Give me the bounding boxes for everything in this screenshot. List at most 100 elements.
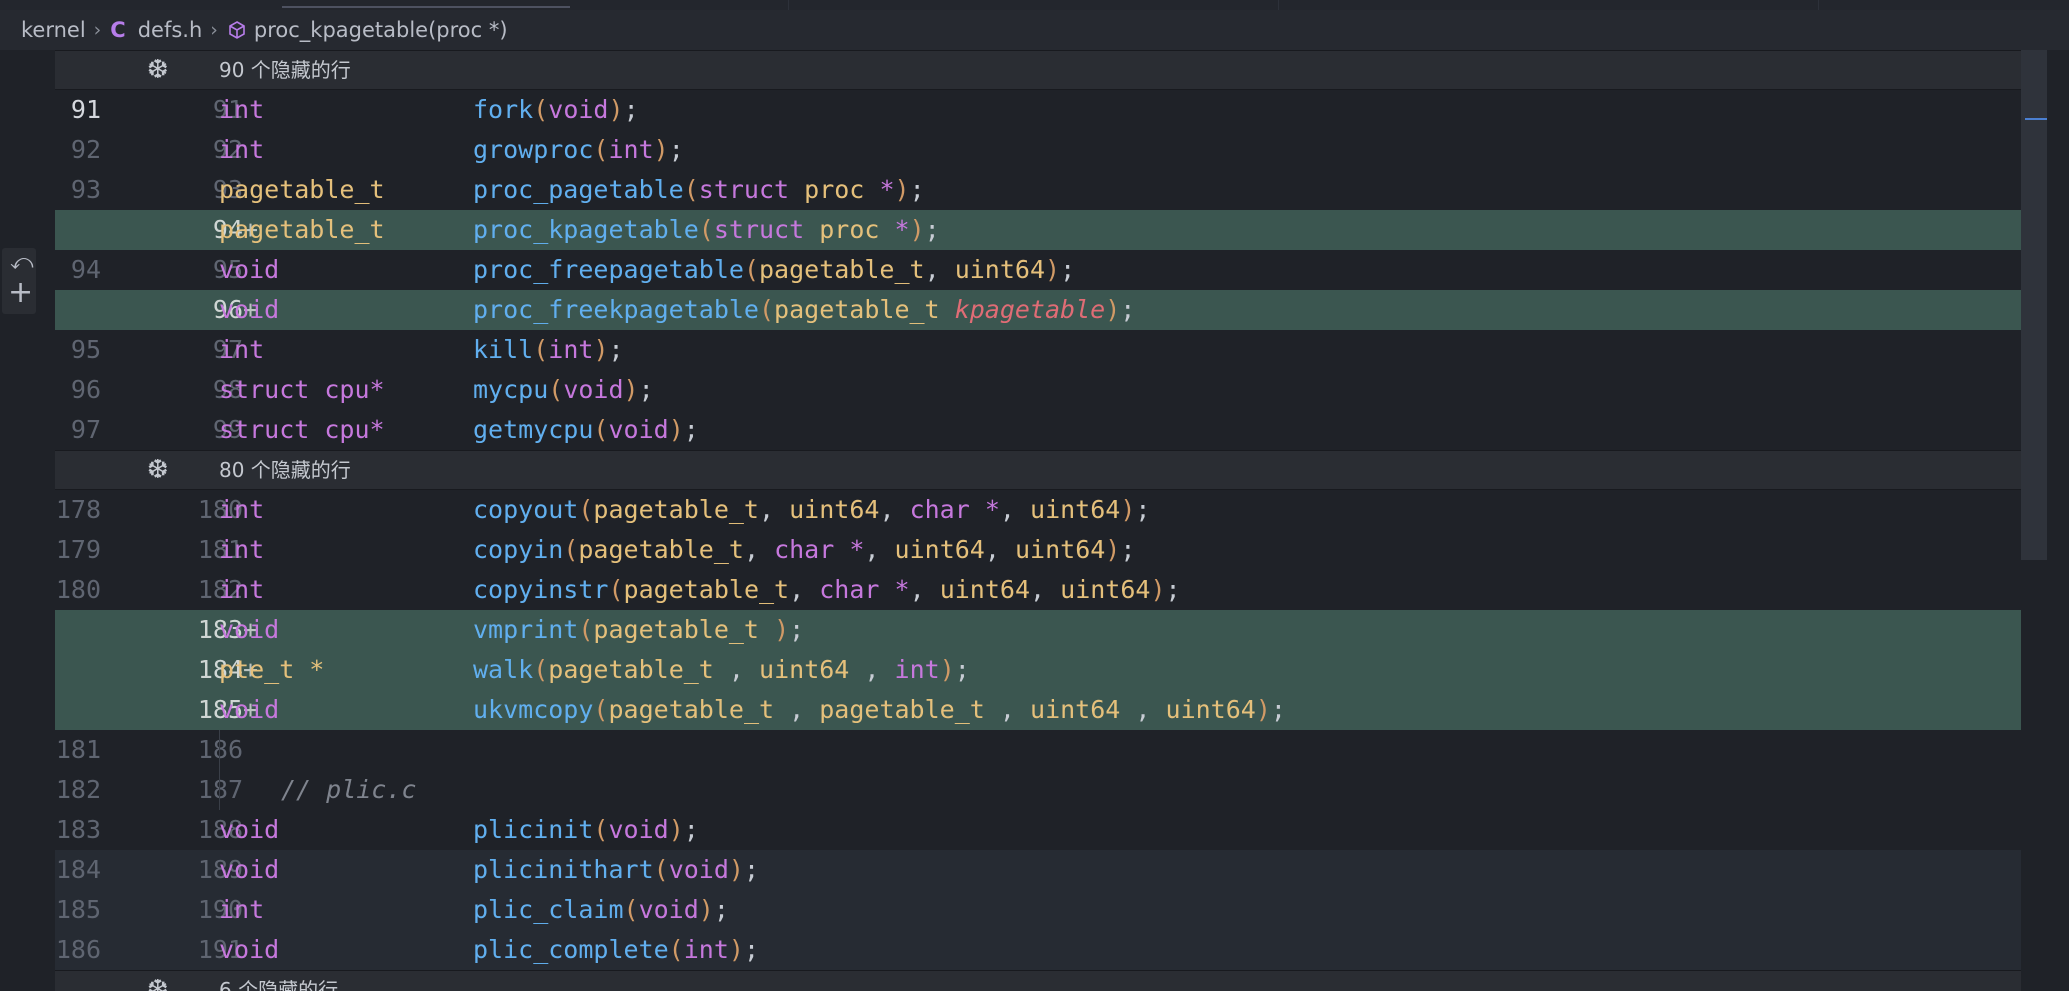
code-declaration: plicinit(void);: [473, 815, 699, 844]
type-token: void: [219, 815, 280, 844]
old-line-number: 94: [70, 255, 101, 284]
code-declaration: proc_freekpagetable(pagetable_t kpagetab…: [473, 295, 1136, 324]
code-line[interactable]: 96 98 struct cpu* mycpu(void);: [55, 370, 2047, 410]
code-line[interactable]: 91 91 int fork(void);: [55, 90, 2047, 130]
args-token: int: [548, 335, 594, 364]
tab-separator: [1818, 0, 1819, 10]
args-token: pagetable_t, char *, uint64, uint64: [623, 575, 1151, 604]
hidden-lines-fold[interactable]: ❆ 6 个隐藏的行: [55, 970, 2047, 991]
type-token: int: [219, 535, 265, 564]
old-line-number: [55, 290, 101, 330]
breadcrumb-folder[interactable]: kernel: [21, 18, 86, 42]
function-name: proc_freekpagetable: [473, 295, 759, 324]
add-icon[interactable]: +: [8, 278, 33, 308]
tab-separator: [1278, 0, 1279, 10]
type-token: void: [219, 615, 280, 644]
function-name: copyout: [473, 495, 579, 524]
code-return-type: void: [219, 930, 279, 970]
type-token: pte_t *: [219, 655, 325, 684]
code-line[interactable]: 95 97 int kill(int);: [55, 330, 2047, 370]
breadcrumb-file[interactable]: defs.h: [138, 18, 203, 42]
code-line[interactable]: 185 190 int plic_claim(void);: [55, 890, 2047, 930]
tab-separator: [788, 0, 789, 10]
args-token: int: [683, 935, 729, 964]
old-line-number: 97: [70, 415, 101, 444]
code-declaration: proc_kpagetable(struct proc *);: [473, 215, 940, 244]
hidden-lines-fold[interactable]: ❆ 90 个隐藏的行: [55, 50, 2047, 90]
function-name: proc_pagetable: [473, 175, 684, 204]
code-line[interactable]: 180 182 int copyinstr(pagetable_t, char …: [55, 570, 2047, 610]
code-return-type: int: [219, 490, 264, 530]
breadcrumb-symbol[interactable]: proc_kpagetable(proc *): [254, 18, 508, 42]
overview-ruler: [2047, 50, 2069, 991]
revert-icon[interactable]: ⤺: [10, 250, 34, 275]
code-line[interactable]: 181 186: [55, 730, 2047, 770]
added-code-line[interactable]: 185 + void ukvmcopy(pagetable_t , pageta…: [55, 690, 2047, 730]
old-line-number: 93: [70, 175, 101, 204]
function-name: plicinithart: [473, 855, 654, 884]
code-return-type: int: [219, 130, 264, 170]
old-line-number: 95: [70, 335, 101, 364]
code-line[interactable]: 183 188 void plicinit(void);: [55, 810, 2047, 850]
code-line[interactable]: 186 191 void plic_complete(int);: [55, 930, 2047, 970]
code-line[interactable]: 97 99 struct cpu* getmycpu(void);: [55, 410, 2047, 450]
code-return-type: void: [219, 610, 279, 650]
code-declaration: kill(int);: [473, 335, 624, 364]
old-line-number: 186: [55, 935, 101, 964]
new-line-number: 187: [197, 775, 243, 804]
code-line[interactable]: 182 187 // plic.c: [55, 770, 2047, 810]
diff-editor[interactable]: ⤺ + ❆ 90 个隐藏的行 91 91 int fork(void); 92 …: [0, 50, 2069, 991]
code-return-type: int: [219, 570, 264, 610]
args-token: void: [548, 95, 609, 124]
added-code-line[interactable]: 183 + void vmprint(pagetable_t );: [55, 610, 2047, 650]
type-token: struct cpu*: [219, 415, 385, 444]
vertical-scrollbar-thumb[interactable]: [2021, 50, 2047, 560]
fold-icon[interactable]: ❆: [147, 455, 169, 485]
added-code-line[interactable]: 94 + pagetable_t proc_kpagetable(struct …: [55, 210, 2047, 250]
code-line[interactable]: 178 180 int copyout(pagetable_t, uint64,…: [55, 490, 2047, 530]
function-name: copyinstr: [473, 575, 609, 604]
code-comment: // plic.c: [281, 770, 416, 810]
function-name: vmprint: [473, 615, 579, 644]
param-type: pagetable_t: [774, 295, 955, 324]
code-line[interactable]: 93 93 pagetable_t proc_pagetable(struct …: [55, 170, 2047, 210]
old-line-number: [55, 210, 101, 250]
function-name: kill: [473, 335, 534, 364]
args-token: int: [608, 135, 654, 164]
old-line-number: 181: [55, 735, 101, 764]
args-token: pagetable_t , pagetable_t , uint64 , uin…: [608, 695, 1256, 724]
code-declaration: proc_pagetable(struct proc *);: [473, 175, 925, 204]
code-line[interactable]: 184 189 void plicinithart(void);: [55, 850, 2047, 890]
type-token: int: [219, 575, 265, 604]
args-token: pagetable_t, uint64, char *, uint64: [593, 495, 1121, 524]
args-token: void: [608, 815, 669, 844]
args-token: void: [668, 855, 729, 884]
code-declaration: ukvmcopy(pagetable_t , pagetable_t , uin…: [473, 695, 1286, 724]
added-code-line[interactable]: 96 + void proc_freekpagetable(pagetable_…: [55, 290, 2047, 330]
args-token: void: [608, 415, 669, 444]
param-name: kpagetable: [954, 295, 1106, 324]
code-line[interactable]: 94 95 void proc_freepagetable(pagetable_…: [55, 250, 2047, 290]
args-token: pagetable_t, char *, uint64, uint64: [578, 535, 1106, 564]
old-line-number: 183: [55, 815, 101, 844]
code-line[interactable]: 92 92 int growproc(int);: [55, 130, 2047, 170]
hidden-lines-fold[interactable]: ❆ 80 个隐藏的行: [55, 450, 2047, 490]
gutter-change-actions[interactable]: ⤺ +: [2, 248, 36, 314]
type-token: int: [219, 495, 265, 524]
tab-strip: [0, 0, 2069, 10]
code-declaration: getmycpu(void);: [473, 415, 699, 444]
indent-guide: [219, 770, 220, 810]
code-return-type: void: [219, 290, 279, 330]
type-token: void: [219, 935, 280, 964]
type-token: pagetable_t: [219, 175, 385, 204]
code-declaration: plic_complete(int);: [473, 935, 760, 964]
code-declaration: growproc(int);: [473, 135, 684, 164]
type-token: void: [219, 855, 280, 884]
old-line-number: [55, 650, 101, 690]
added-code-line[interactable]: 184 + pte_t * walk(pagetable_t , uint64 …: [55, 650, 2047, 690]
fold-icon[interactable]: ❆: [147, 975, 169, 991]
code-return-type: struct cpu*: [219, 370, 385, 410]
old-line-number: 178: [55, 495, 101, 524]
code-line[interactable]: 179 181 int copyin(pagetable_t, char *, …: [55, 530, 2047, 570]
fold-icon[interactable]: ❆: [147, 55, 169, 85]
